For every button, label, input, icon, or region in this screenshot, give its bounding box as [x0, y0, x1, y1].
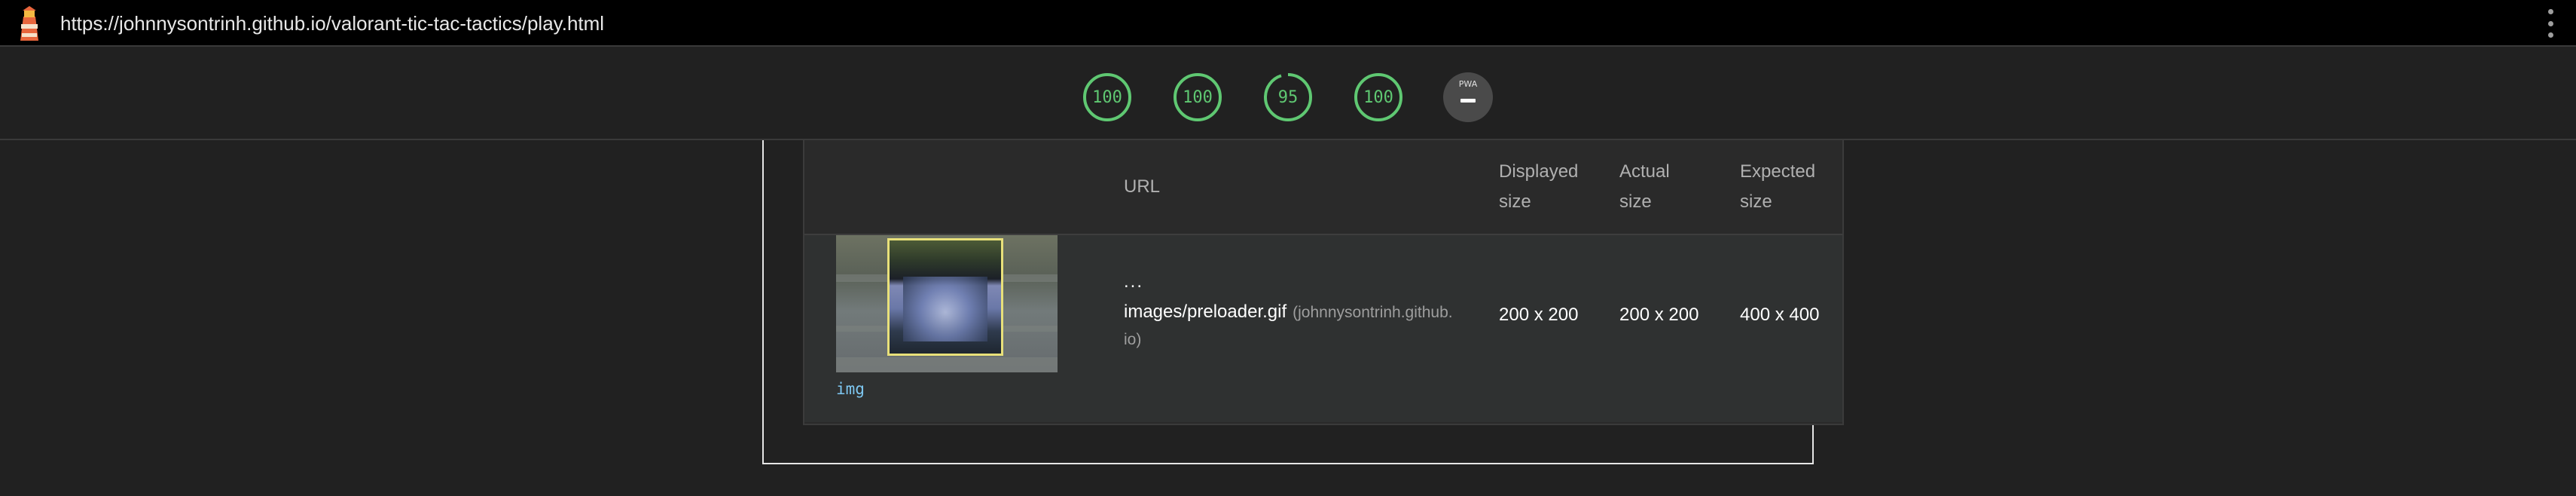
- table-header: URL Displayed size Actual size Expected …: [804, 140, 1842, 235]
- column-header-displayed: Displayed: [1499, 161, 1579, 182]
- pwa-label: PWA: [1458, 79, 1478, 89]
- accessibility-score-gauge[interactable]: 100: [1173, 72, 1222, 122]
- resource-origin: (johnnysontrinh.github.: [1293, 304, 1453, 321]
- column-header-displayed-size: size: [1499, 191, 1531, 212]
- audit-details-table: URL Displayed size Actual size Expected …: [803, 140, 1844, 425]
- seo-score: 100: [1363, 87, 1393, 107]
- performance-score: 100: [1092, 87, 1122, 107]
- element-highlight-box: [887, 238, 1003, 356]
- kebab-menu-icon[interactable]: [2544, 9, 2556, 38]
- actual-size-value: 200 x 200: [1619, 305, 1699, 325]
- best-practices-score-gauge[interactable]: 95: [1263, 72, 1313, 122]
- best-practices-score: 95: [1277, 87, 1299, 107]
- pwa-dash-icon: [1460, 99, 1476, 103]
- column-header-expected: Expected: [1740, 161, 1816, 182]
- score-strip: 100 100 95 100 PWA: [0, 47, 2576, 140]
- node-tag-label[interactable]: img: [836, 380, 865, 398]
- expected-size-value: 400 x 400: [1740, 305, 1820, 325]
- resource-origin-continued: io): [1124, 331, 1142, 348]
- url-bar: https://johnnysontrinh.github.io/valoran…: [0, 0, 2576, 47]
- column-header-url: URL: [1124, 176, 1161, 197]
- accessibility-score: 100: [1183, 87, 1213, 107]
- url-ellipsis: ...: [1124, 271, 1144, 292]
- performance-score-gauge[interactable]: 100: [1082, 72, 1132, 122]
- column-header-actual: Actual: [1619, 161, 1670, 182]
- column-header-expected-size: size: [1740, 191, 1772, 212]
- pwa-badge[interactable]: PWA: [1443, 72, 1493, 122]
- table-row[interactable]: img ... images/preloader.gif (johnnysontr…: [804, 235, 1842, 422]
- lighthouse-icon: [20, 6, 38, 41]
- resource-file-name: images/preloader.gif: [1124, 302, 1287, 322]
- resource-url[interactable]: images/preloader.gif (johnnysontrinh.gith…: [1124, 297, 1453, 328]
- page-url[interactable]: https://johnnysontrinh.github.io/valoran…: [60, 11, 604, 35]
- seo-score-gauge[interactable]: 100: [1354, 72, 1403, 122]
- column-header-actual-size: size: [1619, 191, 1652, 212]
- image-thumbnail[interactable]: [836, 235, 1058, 372]
- displayed-size-value: 200 x 200: [1499, 305, 1579, 325]
